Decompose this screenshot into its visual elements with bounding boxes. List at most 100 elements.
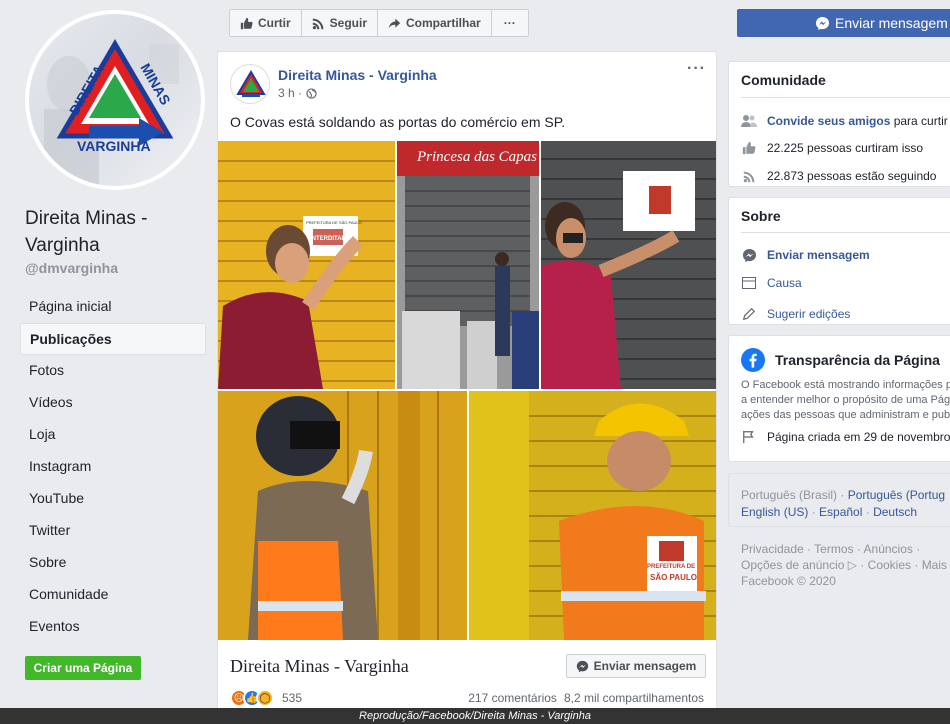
thumbs-up-icon: [240, 17, 253, 29]
follow-button[interactable]: Seguir: [302, 10, 379, 36]
footer-link-privacy[interactable]: Privacidade: [741, 542, 804, 556]
footer-link-cookies[interactable]: Cookies: [868, 558, 911, 572]
pencil-icon: [741, 306, 757, 322]
nav-item-community[interactable]: Comunidade: [20, 579, 206, 611]
facebook-logo-icon: [741, 348, 765, 372]
footer-link-ads[interactable]: Anúncios: [864, 542, 913, 556]
link-preview-title[interactable]: Direita Minas - Varginha: [230, 656, 409, 677]
create-page-button[interactable]: Criar uma Página: [25, 656, 141, 680]
vest-label-line2: SÃO PAULO: [650, 573, 697, 582]
left-sidebar: DIREITA MINAS VARGINHA Direita Minas - V…: [0, 0, 218, 724]
about-send-message-row: Enviar mensagem: [729, 241, 950, 269]
rss-follow-icon: [741, 168, 757, 184]
footer-link-ad-choices[interactable]: Opções de anúncio: [741, 558, 844, 572]
suggest-edits-link[interactable]: Sugerir edições: [767, 307, 850, 321]
nav-item-home[interactable]: Página inicial: [20, 291, 206, 323]
rss-follow-icon: [312, 18, 324, 29]
post-photo-3[interactable]: [541, 141, 716, 389]
share-arrow-icon: [388, 18, 401, 28]
reaction-summary[interactable]: ☹ 👍 ◯ 535: [230, 689, 302, 707]
about-send-message-link[interactable]: Enviar mensagem: [767, 248, 870, 262]
more-dots-icon: ···: [503, 16, 516, 30]
post-photo-2[interactable]: Princesa das Capas: [397, 141, 539, 389]
shares-count[interactable]: 8,2 mil compartilhamentos: [564, 691, 704, 705]
nav-item-photos[interactable]: Fotos: [20, 355, 206, 387]
post-options-icon[interactable]: ···: [687, 60, 706, 78]
follows-row: 22.873 pessoas estão seguindo: [729, 162, 950, 186]
like-label: Curtir: [258, 16, 291, 30]
about-card: Sobre Enviar mensagem Causa Sugerir ediç…: [728, 197, 950, 325]
post-send-message-button[interactable]: Enviar mensagem: [566, 654, 706, 678]
language-option-en-us[interactable]: English (US): [741, 505, 808, 519]
about-title: Sobre: [741, 208, 781, 224]
invite-rest: para curtir: [890, 114, 948, 128]
nav-item-twitter[interactable]: Twitter: [20, 515, 206, 547]
cause-row: Causa: [729, 269, 950, 297]
post-author-name[interactable]: Direita Minas - Varginha: [278, 67, 437, 83]
wow-reaction-icon: ◯: [256, 689, 274, 707]
invite-friends-row: Convide seus amigos para curtir: [729, 108, 950, 134]
vest-label-line1: PREFEITURA DE: [647, 564, 696, 570]
page-action-bar: Curtir Seguir Compartilhar ···: [229, 9, 529, 37]
footer-link-terms[interactable]: Termos: [814, 542, 853, 556]
nav-item-shop[interactable]: Loja: [20, 419, 206, 451]
post-author-avatar[interactable]: [230, 64, 270, 104]
language-option-pt-pt[interactable]: Português (Portug: [848, 488, 945, 502]
nav-item-events[interactable]: Eventos: [20, 611, 206, 643]
send-message-button-top[interactable]: Enviar mensagem: [737, 9, 950, 37]
follow-label: Seguir: [329, 16, 368, 30]
reaction-count: 535: [282, 691, 303, 705]
likes-row: 22.225 pessoas curtiram isso: [729, 134, 950, 162]
post-text: O Covas está soldando as portas do comér…: [230, 114, 566, 130]
page-created-row: Página criada em 29 de novembro: [729, 423, 950, 451]
globe-icon: [306, 87, 317, 99]
language-selector: Português (Brasil) · Português (Portug E…: [741, 488, 946, 519]
post-photo-1[interactable]: PREFEITURA DE SÃO PAULO INTERDITADO: [218, 141, 395, 389]
invite-friends-icon: [741, 113, 757, 129]
footer-copyright: Facebook © 2020: [741, 574, 836, 588]
page-title: Direita Minas - Varginha: [25, 208, 148, 256]
transparency-card: Transparência da Página O Facebook está …: [728, 335, 950, 462]
like-page-button[interactable]: Curtir: [230, 10, 302, 36]
messenger-icon: [815, 16, 830, 30]
current-language: Português (Brasil): [741, 488, 838, 502]
nav-item-videos[interactable]: Vídeos: [20, 387, 206, 419]
invite-friends-link[interactable]: Convide seus amigos: [767, 114, 890, 128]
comments-count[interactable]: 217 comentários: [468, 691, 557, 705]
footer-link-more[interactable]: Mais: [922, 558, 947, 572]
nav-item-instagram[interactable]: Instagram: [20, 451, 206, 483]
messenger-icon: [741, 247, 757, 263]
more-options-button[interactable]: ···: [492, 10, 528, 36]
share-button[interactable]: Compartilhar: [378, 10, 492, 36]
send-message-label: Enviar mensagem: [593, 659, 697, 673]
nav-item-about[interactable]: Sobre: [20, 547, 206, 579]
nav-item-youtube[interactable]: YouTube: [20, 483, 206, 515]
post-stats: 217 comentários 8,2 mil compartilhamento…: [468, 691, 704, 705]
transparency-title: Transparência da Página: [775, 352, 940, 368]
cause-flag-icon: [741, 275, 757, 291]
thumbs-up-icon: [741, 140, 757, 156]
page-created-text: Página criada em 29 de novembro: [767, 430, 950, 444]
language-option-es[interactable]: Español: [819, 505, 862, 519]
community-title: Comunidade: [741, 72, 826, 88]
send-message-label: Enviar mensagem: [835, 15, 948, 31]
cause-link[interactable]: Causa: [767, 276, 802, 290]
ad-choices-icon: ▷: [847, 558, 857, 572]
post-timestamp[interactable]: 3 h ·: [278, 86, 302, 100]
footer-links: Privacidade · Termos · Anúncios · Opções…: [741, 542, 948, 588]
transparency-desc-2: a entender melhor o propósito de uma Pág…: [741, 394, 950, 406]
post-photo-4[interactable]: [218, 391, 467, 640]
nav-item-posts[interactable]: Publicações: [20, 323, 206, 355]
language-option-de[interactable]: Deutsch: [873, 505, 917, 519]
page-profile-picture[interactable]: DIREITA MINAS VARGINHA: [25, 10, 205, 190]
post-photo-5[interactable]: PREFEITURA DE SÃO PAULO: [469, 391, 716, 640]
messenger-icon: [576, 660, 588, 672]
image-credit-caption: Reprodução/Facebook/Direita Minas - Varg…: [0, 708, 950, 724]
page-handle[interactable]: @dmvarginha: [25, 260, 118, 276]
photo-store-sign: Princesa das Capas: [417, 149, 537, 165]
follows-count: 22.873 pessoas estão seguindo: [767, 169, 937, 183]
transparency-desc-3: ações das pessoas que administram e publ: [741, 409, 950, 421]
page-nav: Página inicial Publicações Fotos Vídeos …: [20, 291, 206, 643]
likes-count: 22.225 pessoas curtiram isso: [767, 141, 924, 155]
photo-sign-interdicted: INTERDITADO: [310, 236, 351, 242]
